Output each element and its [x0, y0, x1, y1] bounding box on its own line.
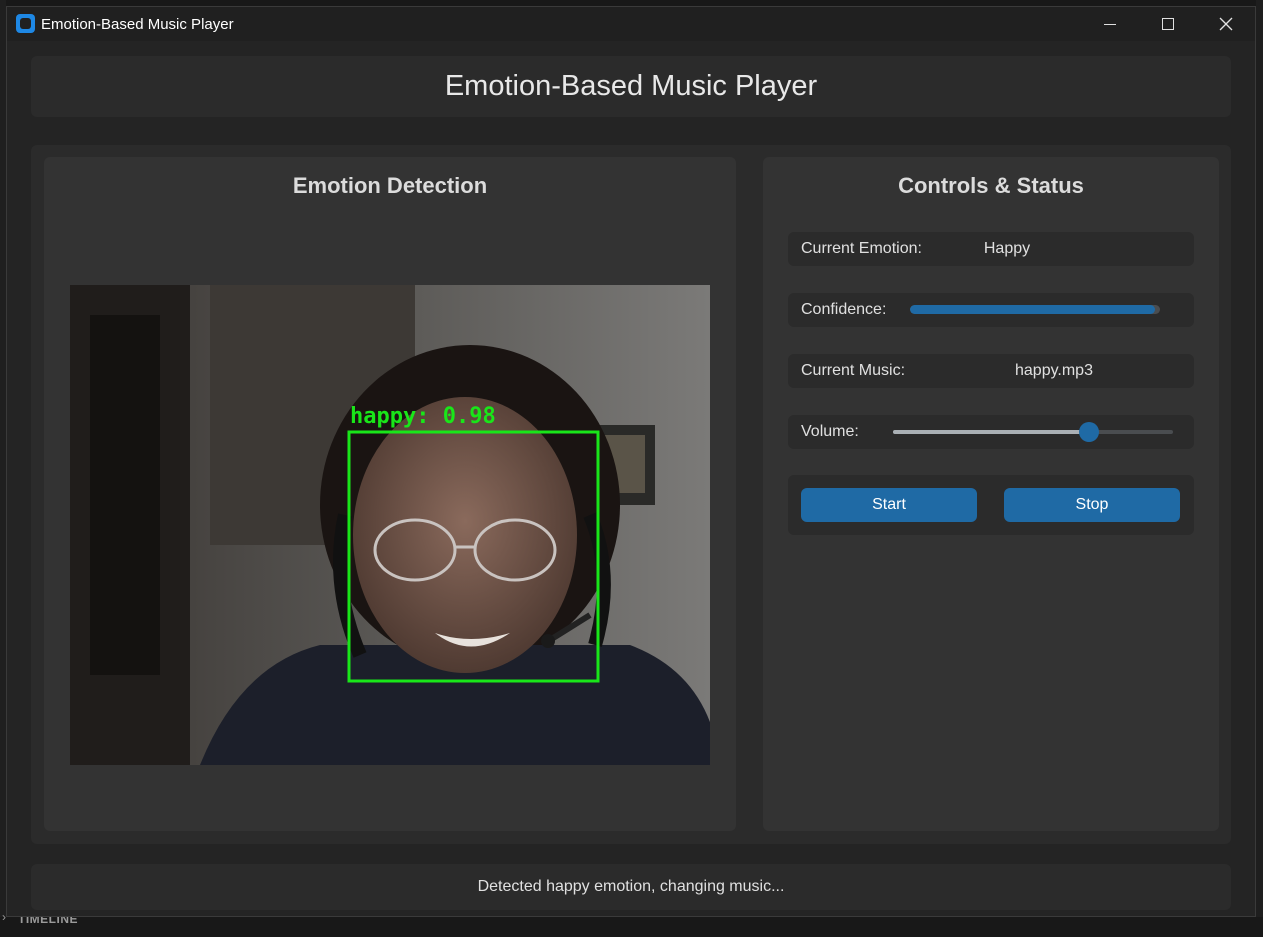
minimize-button[interactable]	[1081, 7, 1139, 41]
camera-image: happy: 0.98	[70, 285, 710, 765]
maximize-button[interactable]	[1139, 7, 1197, 41]
start-button[interactable]: Start	[801, 488, 977, 522]
close-icon	[1219, 17, 1233, 31]
buttons-row: Start Stop	[788, 475, 1194, 535]
confidence-progress-bar	[910, 305, 1160, 314]
title-bar[interactable]: Emotion-Based Music Player	[7, 7, 1255, 41]
volume-slider-handle[interactable]	[1079, 422, 1099, 442]
confidence-progress-fill	[910, 305, 1155, 314]
emotion-detection-title: Emotion Detection	[292, 173, 488, 198]
music-row: Current Music: happy.mp3	[788, 354, 1194, 388]
app-icon	[16, 14, 35, 33]
controls-panel: Controls & Status Current Emotion: Happy…	[763, 157, 1219, 831]
confidence-label: Confidence:	[801, 301, 887, 318]
page-title: Emotion-Based Music Player	[444, 70, 818, 102]
window-title: Emotion-Based Music Player	[41, 16, 234, 33]
volume-slider-fill	[893, 430, 1089, 434]
background-right-strip	[1256, 0, 1263, 937]
overlay-label: happy: 0.98	[350, 404, 496, 429]
music-value: happy.mp3	[1015, 362, 1093, 379]
confidence-row: Confidence:	[788, 293, 1194, 327]
emotion-row: Current Emotion: Happy	[788, 232, 1194, 266]
minimize-icon	[1104, 23, 1116, 25]
status-bar: Detected happy emotion, changing music..…	[31, 864, 1231, 910]
music-label: Current Music:	[801, 362, 906, 379]
volume-slider[interactable]	[893, 422, 1173, 442]
camera-feed: happy: 0.98	[70, 285, 710, 765]
main-panel: Emotion Detection happy: 0.98 Controls &…	[31, 145, 1231, 844]
background-bottom-strip	[0, 917, 1263, 937]
close-button[interactable]	[1197, 7, 1255, 41]
maximize-icon	[1162, 18, 1174, 30]
header-panel: Emotion-Based Music Player	[31, 56, 1231, 117]
stop-button[interactable]: Stop	[1004, 488, 1180, 522]
volume-row: Volume:	[788, 415, 1194, 449]
app-window: Emotion-Based Music Player Emotion-Based…	[6, 6, 1256, 917]
emotion-label: Current Emotion:	[801, 240, 922, 257]
emotion-value: Happy	[983, 240, 1031, 257]
status-text: Detected happy emotion, changing music..…	[477, 878, 785, 895]
controls-title: Controls & Status	[898, 173, 1084, 198]
volume-label: Volume:	[801, 423, 859, 440]
emotion-detection-panel: Emotion Detection happy: 0.98	[44, 157, 736, 831]
